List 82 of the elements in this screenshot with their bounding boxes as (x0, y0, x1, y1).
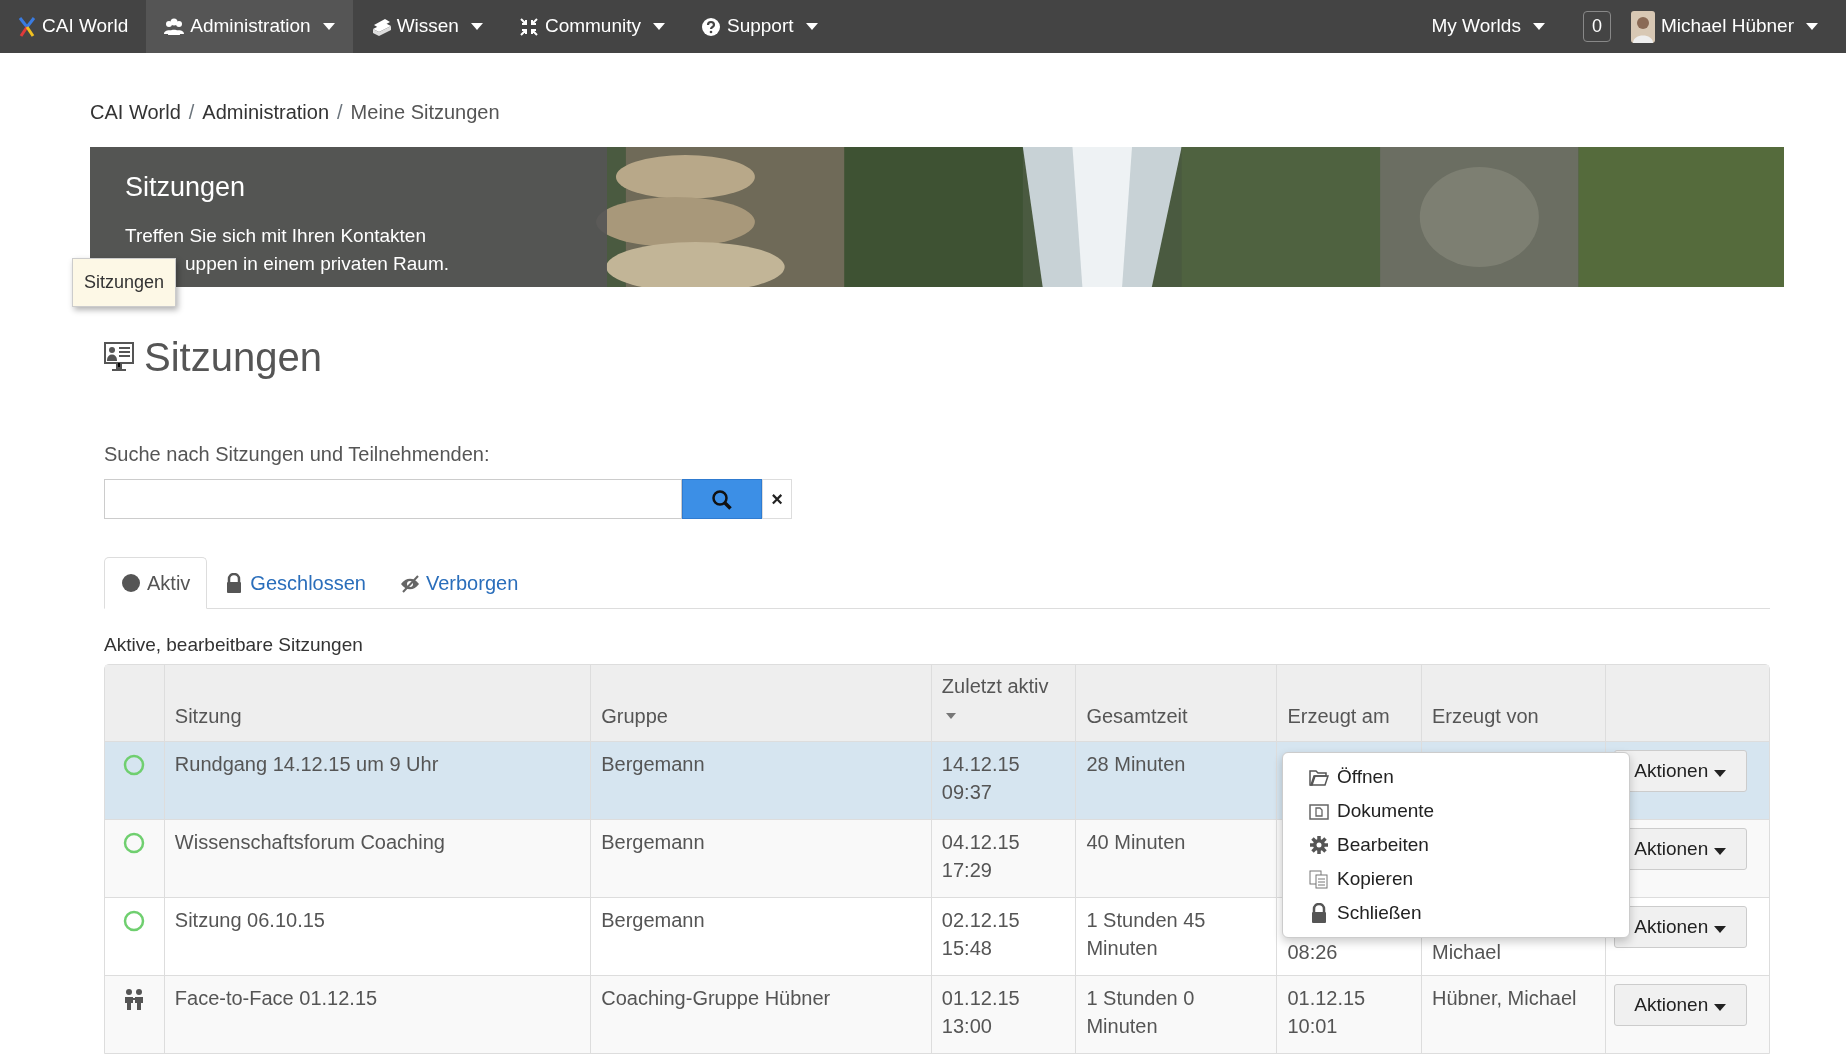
nav-menu[interactable]: Support (683, 0, 836, 53)
breadcrumb-current: Meine Sitzungen (350, 100, 500, 125)
status-circle-icon (123, 832, 146, 855)
arrows-icon (518, 16, 539, 37)
caret-icon (653, 23, 665, 30)
table-cell: 1 Stunden 0 Minuten (1086, 986, 1195, 1037)
actions-button[interactable]: Aktionen (1613, 983, 1747, 1026)
brand-link[interactable]: CAI World (0, 0, 147, 53)
caret-icon (1532, 23, 1545, 30)
caret-icon (1714, 769, 1727, 777)
logo-icon (18, 15, 36, 38)
caret-icon (1714, 847, 1727, 855)
two-people-icon (123, 988, 146, 1011)
hidden-eye-icon (399, 573, 420, 593)
table-cell: 1 Stunden 45 Minuten (1086, 908, 1206, 959)
table-cell: Bergemann (601, 830, 705, 853)
presentation-screen-icon (104, 342, 134, 372)
nav-menu[interactable]: Wissen (352, 0, 501, 53)
dot-icon (121, 573, 141, 593)
copy-icon (1309, 869, 1329, 889)
caret-icon (1714, 1003, 1727, 1011)
gear-icon (1309, 835, 1329, 855)
nav-menu[interactable]: Administration (146, 0, 353, 53)
tooltip: Sitzungen (72, 258, 177, 307)
caret-icon (805, 23, 818, 30)
people-icon (164, 16, 185, 37)
search-icon (711, 488, 733, 511)
books-icon (370, 16, 391, 37)
column-header[interactable]: Sitzung (174, 704, 242, 727)
table-cell: 01.12.15 13:00 (941, 986, 1020, 1037)
column-header[interactable]: Erzeugt von (1431, 704, 1539, 727)
document-icon (1309, 801, 1329, 821)
breadcrumb-separator: / (337, 100, 343, 125)
breadcrumb-link[interactable]: Administration (202, 99, 330, 125)
breadcrumb-separator: / (188, 100, 195, 125)
table-cell: Rundgang 14.12.15 um 9 Uhr (174, 752, 439, 775)
notification-count[interactable]: 0 (1582, 11, 1611, 42)
table-cell: 28 Minuten (1086, 752, 1186, 775)
tab[interactable]: Verborgen (382, 557, 536, 609)
table-cell: Face-to-Face 01.12.15 (174, 986, 378, 1009)
menu-item[interactable]: Dokumente (1283, 794, 1629, 828)
clear-button[interactable]: × (762, 479, 792, 519)
search-label: Suche nach Sitzungen und Teilnehmenden: (104, 442, 491, 467)
table-cell: Coaching-Gruppe Hübner (601, 986, 831, 1009)
user-menu[interactable]: Michael Hübner (1630, 0, 1836, 53)
status-circle-icon (123, 754, 146, 777)
caret-icon (1806, 23, 1818, 30)
table-cell: Wissenschaftsforum Coaching (174, 830, 445, 853)
table-cell: Michael (1431, 940, 1501, 963)
avatar-icon (1630, 10, 1655, 43)
help-icon (701, 16, 721, 37)
table-cell: Hübner, Michael (1431, 986, 1577, 1009)
table-cell: Sitzung 06.10.15 (174, 908, 325, 931)
table-cell: 02.12.15 15:48 (941, 908, 1020, 959)
table-cell: Bergemann (601, 908, 705, 931)
caret-icon (470, 23, 483, 30)
table-cell: 01.12.15 10:01 (1287, 986, 1366, 1037)
table-cell: 40 Minuten (1086, 830, 1186, 853)
table-cell: Bergemann (601, 752, 705, 775)
folder-icon (1309, 767, 1329, 787)
tab[interactable]: Geschlossen (207, 557, 383, 609)
tab[interactable]: Aktiv (104, 557, 208, 609)
lock-icon (1309, 903, 1329, 923)
page-heading: Sitzungen (144, 334, 322, 381)
banner-title: Sitzungen (125, 171, 247, 204)
status-circle-icon (123, 910, 146, 933)
column-header[interactable]: Gesamtzeit (1086, 704, 1188, 727)
banner-text: uppen in einem privaten Raum. (184, 251, 451, 276)
caret-icon (322, 23, 335, 30)
worlds-menu[interactable]: My Worlds (1413, 0, 1563, 53)
table-cell: 14.12.15 09:37 (941, 752, 1020, 803)
sort-icon (945, 712, 956, 719)
search-button[interactable] (682, 479, 762, 519)
caret-icon (1714, 925, 1727, 933)
table-caption: Aktive, bearbeitbare Sitzungen (104, 633, 364, 657)
column-header[interactable]: Gruppe (601, 704, 668, 727)
breadcrumb-link[interactable]: CAI World (90, 99, 181, 125)
banner-text: Treffen Sie sich mit Ihren Kontakten (125, 223, 427, 248)
table-cell: 08:26 (1287, 940, 1338, 963)
nav-menu[interactable]: Community (500, 0, 683, 53)
search-field[interactable] (104, 479, 682, 519)
table-cell: 04.12.15 17:29 (941, 830, 1020, 881)
